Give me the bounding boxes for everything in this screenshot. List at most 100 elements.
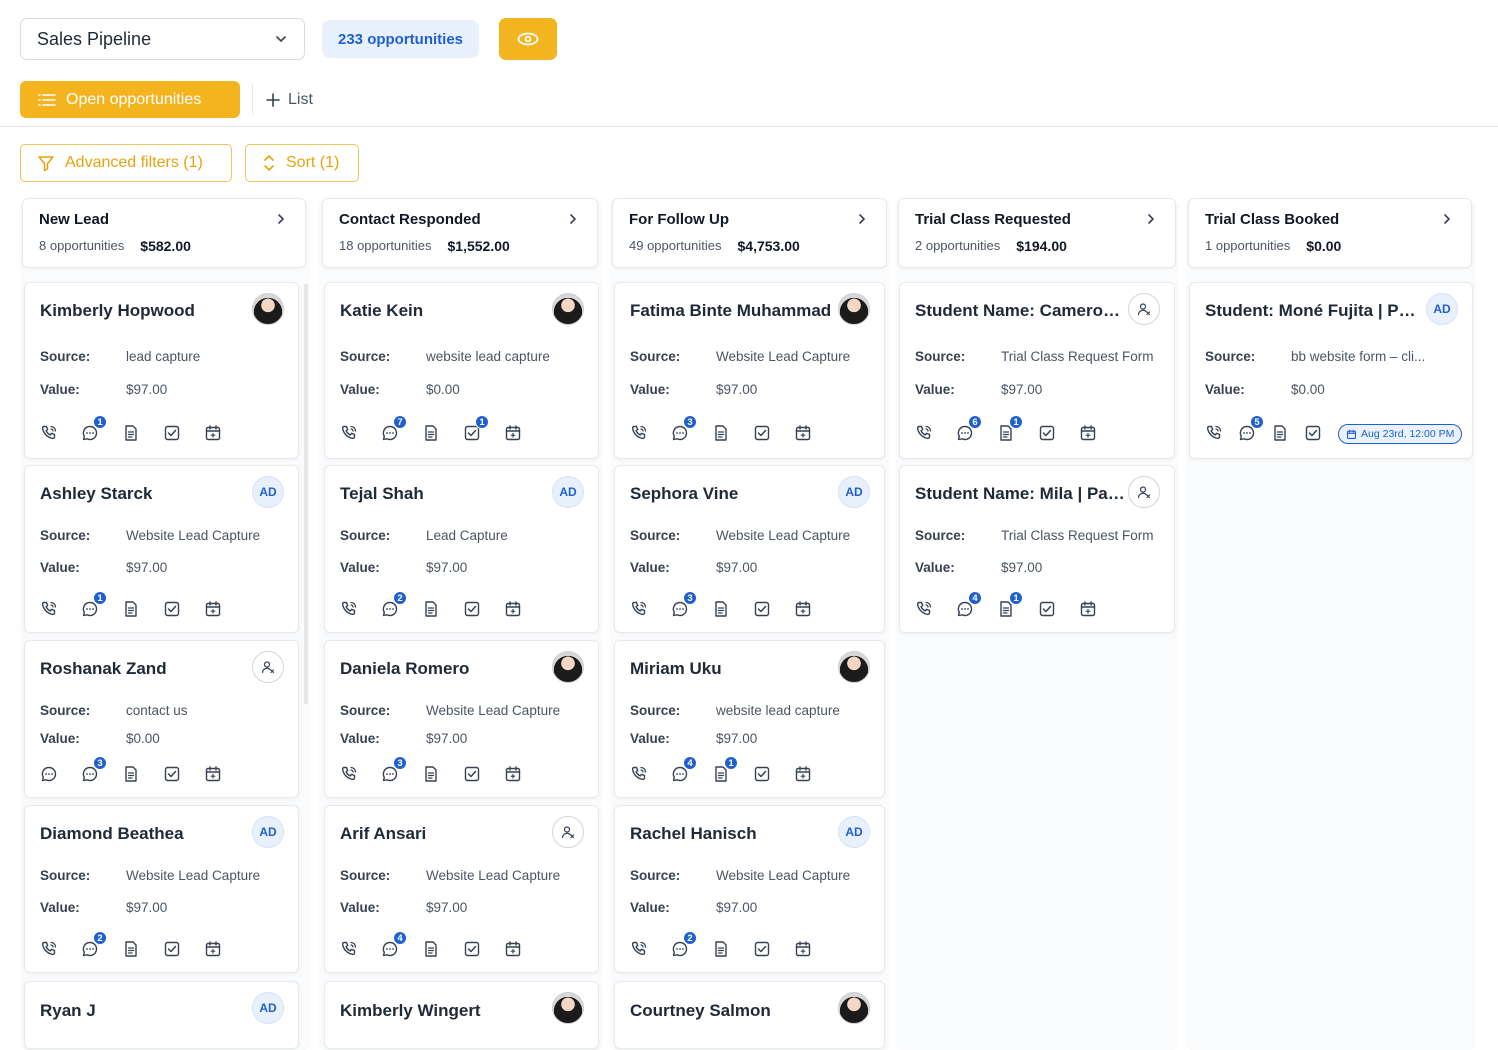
opportunity-name[interactable]: Roshanak Zand bbox=[40, 659, 167, 679]
advanced-filters-button[interactable]: Advanced filters (1) bbox=[20, 144, 232, 182]
calendar-action[interactable] bbox=[504, 599, 545, 619]
avatar[interactable] bbox=[552, 293, 584, 325]
task-check-action[interactable] bbox=[163, 939, 204, 959]
calendar-action[interactable] bbox=[204, 599, 245, 619]
opportunity-card[interactable]: Ashley Starck AD Source: Website Lead Captu… bbox=[24, 465, 299, 633]
phone-action[interactable] bbox=[340, 939, 381, 959]
avatar[interactable] bbox=[838, 651, 870, 683]
document-action[interactable] bbox=[422, 423, 463, 443]
sort-button[interactable]: Sort (1) bbox=[245, 144, 359, 182]
document-action[interactable] bbox=[712, 939, 753, 959]
message-action[interactable]: 3 bbox=[381, 756, 422, 784]
message-action[interactable]: 1 bbox=[81, 591, 122, 619]
phone-action[interactable] bbox=[40, 939, 81, 959]
opportunity-card[interactable]: Ryan J AD bbox=[24, 981, 299, 1049]
opportunity-card[interactable]: Fatima Binte Muhammad Source: Website Lead… bbox=[614, 282, 885, 459]
stage-header[interactable]: Trial Class Requested 2 opportunities $194… bbox=[898, 198, 1176, 268]
message-action[interactable]: 3 bbox=[671, 591, 712, 619]
message-action[interactable]: 6 bbox=[956, 415, 997, 443]
appointment-chip[interactable]: Aug 23rd, 12:00 PM bbox=[1338, 424, 1463, 444]
column-scrollbar[interactable] bbox=[304, 284, 308, 704]
opportunity-name[interactable]: Katie Kein bbox=[340, 301, 423, 321]
assign-user-button[interactable] bbox=[1128, 293, 1160, 325]
avatar-initials[interactable]: AD bbox=[838, 476, 870, 508]
opportunity-card[interactable]: Rachel Hanisch AD Source: Website Lead Capt… bbox=[614, 805, 885, 973]
opportunity-card[interactable]: Student: Moné Fujita | Par... AD Source: bb… bbox=[1189, 282, 1473, 459]
document-action[interactable] bbox=[422, 764, 463, 784]
task-check-action[interactable] bbox=[1038, 423, 1079, 443]
opportunity-name[interactable]: Courtney Salmon bbox=[630, 1001, 771, 1021]
avatar-initials[interactable]: AD bbox=[252, 816, 284, 848]
calendar-action[interactable] bbox=[1079, 599, 1120, 619]
opportunity-name[interactable]: Rachel Hanisch bbox=[630, 824, 757, 844]
add-list-button[interactable]: List bbox=[266, 86, 313, 114]
calendar-action[interactable] bbox=[794, 423, 835, 443]
calendar-action[interactable] bbox=[794, 939, 835, 959]
phone-action[interactable] bbox=[1205, 423, 1238, 443]
phone-action[interactable] bbox=[915, 423, 956, 443]
assign-user-button[interactable] bbox=[552, 816, 584, 848]
avatar-initials[interactable]: AD bbox=[838, 816, 870, 848]
stage-header[interactable]: Contact Responded 18 opportunities $1,552.… bbox=[322, 198, 598, 268]
task-check-action[interactable] bbox=[753, 599, 794, 619]
document-action[interactable]: 1 bbox=[712, 756, 753, 784]
opportunity-name[interactable]: Kimberly Hopwood bbox=[40, 301, 195, 321]
opportunity-name[interactable]: Daniela Romero bbox=[340, 659, 469, 679]
document-action[interactable] bbox=[1271, 423, 1304, 443]
calendar-action[interactable] bbox=[504, 423, 545, 443]
assign-user-button[interactable] bbox=[252, 651, 284, 683]
phone-action[interactable] bbox=[630, 764, 671, 784]
phone-action[interactable] bbox=[630, 939, 671, 959]
task-check-action[interactable] bbox=[753, 423, 794, 443]
calendar-action[interactable] bbox=[204, 939, 245, 959]
message-action[interactable]: 4 bbox=[381, 931, 422, 959]
assign-user-button[interactable] bbox=[1128, 476, 1160, 508]
opportunity-card[interactable]: Kimberly Hopwood Source: lead capture Value… bbox=[24, 282, 299, 459]
calendar-action[interactable] bbox=[794, 599, 835, 619]
task-check-action[interactable] bbox=[463, 939, 504, 959]
message-action[interactable]: 7 bbox=[381, 415, 422, 443]
phone-action[interactable] bbox=[915, 599, 956, 619]
tab-open-opportunities[interactable]: Open opportunities bbox=[20, 81, 240, 118]
message-action[interactable]: 1 bbox=[81, 415, 122, 443]
opportunity-card[interactable]: Student Name: Mila | Pare... Source: Trial… bbox=[899, 465, 1175, 633]
document-action[interactable] bbox=[422, 599, 463, 619]
opportunity-card[interactable]: Sephora Vine AD Source: Website Lead Captur… bbox=[614, 465, 885, 633]
opportunity-card[interactable]: Courtney Salmon bbox=[614, 981, 885, 1049]
phone-action[interactable] bbox=[40, 599, 81, 619]
calendar-action[interactable] bbox=[204, 423, 245, 443]
opportunity-card[interactable]: Roshanak Zand Source: contact us Value: $0.0… bbox=[24, 640, 299, 798]
opportunity-name[interactable]: Kimberly Wingert bbox=[340, 1001, 481, 1021]
message-action[interactable]: 2 bbox=[81, 931, 122, 959]
opportunity-name[interactable]: Student: Moné Fujita | Par... bbox=[1205, 301, 1420, 321]
phone-action[interactable] bbox=[340, 599, 381, 619]
task-check-action[interactable] bbox=[1038, 599, 1079, 619]
opportunity-card[interactable]: Katie Kein Source: website lead capture Val… bbox=[324, 282, 599, 459]
avatar[interactable] bbox=[838, 992, 870, 1024]
calendar-action[interactable] bbox=[794, 764, 835, 784]
opportunity-card[interactable]: Miriam Uku Source: website lead capture Val… bbox=[614, 640, 885, 798]
phone-action[interactable] bbox=[40, 423, 81, 443]
message-action[interactable] bbox=[40, 764, 81, 784]
task-check-action[interactable] bbox=[1304, 423, 1337, 443]
opportunity-name[interactable]: Ryan J bbox=[40, 1001, 96, 1021]
avatar[interactable] bbox=[252, 293, 284, 325]
opportunity-card[interactable]: Arif Ansari Source: Website Lead Capture Va… bbox=[324, 805, 599, 973]
message-action[interactable]: 2 bbox=[381, 591, 422, 619]
task-check-action[interactable] bbox=[753, 764, 794, 784]
document-action[interactable] bbox=[122, 599, 163, 619]
opportunity-name[interactable]: Student Name: Mila | Pare... bbox=[915, 484, 1130, 504]
message-action[interactable]: 5 bbox=[1238, 415, 1271, 443]
document-action[interactable] bbox=[122, 764, 163, 784]
stage-header[interactable]: For Follow Up 49 opportunities $4,753.00 bbox=[612, 198, 887, 268]
message-action[interactable]: 3 bbox=[671, 415, 712, 443]
opportunity-name[interactable]: Ashley Starck bbox=[40, 484, 152, 504]
opportunity-card[interactable]: Kimberly Wingert bbox=[324, 981, 599, 1049]
document-action[interactable] bbox=[712, 423, 753, 443]
message-action[interactable]: 2 bbox=[671, 931, 712, 959]
task-check-action[interactable] bbox=[163, 423, 204, 443]
document-action[interactable] bbox=[122, 939, 163, 959]
document-action[interactable] bbox=[712, 599, 753, 619]
task-check-action[interactable] bbox=[753, 939, 794, 959]
document-action[interactable]: 1 bbox=[997, 591, 1038, 619]
